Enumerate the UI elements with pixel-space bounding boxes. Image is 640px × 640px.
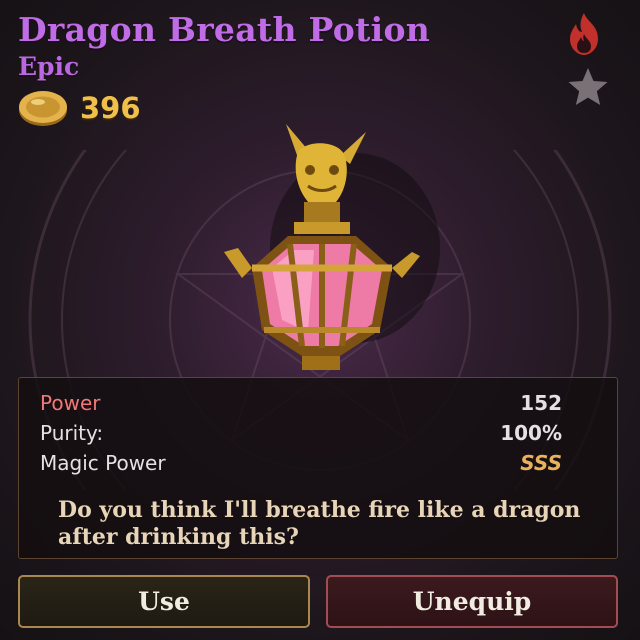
fire-icon	[570, 13, 598, 55]
stat-value: 152	[520, 391, 562, 415]
price-display: 396	[18, 88, 141, 128]
item-description: Do you think I'll breathe fire like a dr…	[58, 497, 581, 550]
stat-row-purity: Purity: 100%	[40, 419, 562, 447]
use-button[interactable]: Use	[18, 575, 310, 628]
stat-value: 100%	[500, 421, 562, 445]
stat-label: Power	[40, 391, 101, 415]
favorite-star-icon[interactable]	[566, 66, 610, 108]
stat-value-grade: SSS	[520, 451, 562, 475]
stat-row-magic-power: Magic Power SSS	[40, 449, 562, 477]
unequip-button[interactable]: Unequip	[326, 575, 618, 628]
potion-image	[224, 124, 440, 370]
gold-coin-icon	[19, 91, 67, 126]
stat-label: Magic Power	[40, 451, 166, 475]
rarity-label: Epic	[18, 52, 80, 81]
stat-row-power: Power 152	[40, 389, 562, 417]
stat-label: Purity:	[40, 421, 104, 445]
item-title: Dragon Breath Potion	[18, 10, 431, 49]
item-card: Dragon Breath Potion Epic 396 Power 152 …	[0, 0, 640, 640]
price-value: 396	[80, 91, 141, 125]
